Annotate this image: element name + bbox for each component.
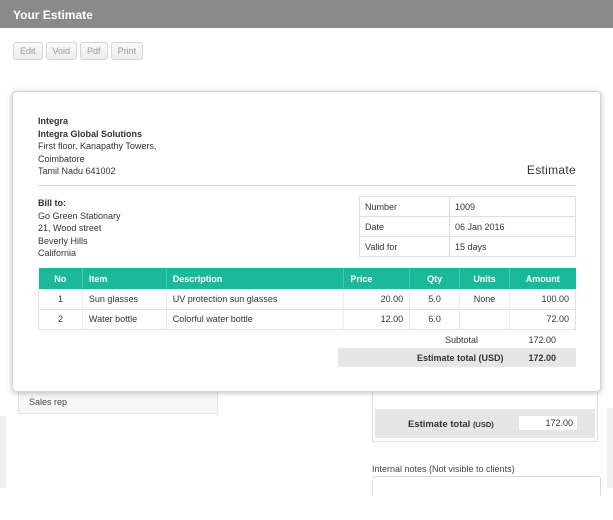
company-legal-name: Integra Global Solutions — [38, 128, 143, 139]
divider — [38, 185, 576, 186]
print-button[interactable]: Print — [110, 42, 144, 60]
background-shade-left — [0, 416, 6, 488]
meta-valid-value: 15 days — [449, 236, 576, 257]
table-row: 2 Water bottle Colorful water bottle 12.… — [38, 309, 576, 330]
grand-total-label: Estimate total (USD) — [417, 353, 504, 363]
company-name: Integra — [38, 116, 69, 126]
toolbar: Edit Void Pdf Print — [13, 42, 144, 60]
company-block: Integra Integra Global Solutions First f… — [38, 115, 156, 178]
meta-number-label: Number — [359, 196, 450, 217]
company-address-line2: Coimbatore — [38, 153, 85, 164]
background-shade-right — [607, 408, 613, 488]
window-title: Your Estimate — [13, 8, 93, 22]
estimate-total-currency: (USD) — [472, 420, 494, 429]
table-row: 1 Sun glasses UV protection sun glasses … — [38, 289, 576, 310]
estimate-total-field[interactable]: 172.00 — [518, 415, 578, 431]
cell-qty: 6.0 — [409, 309, 461, 330]
cell-item: Sun glasses — [82, 289, 167, 310]
meta-row-valid: Valid for 15 days — [359, 236, 576, 257]
cell-item: Water bottle — [82, 309, 167, 330]
cell-amount: 72.00 — [509, 309, 576, 330]
bill-to-line2: Beverly Hills — [38, 235, 88, 246]
estimate-total-row: Estimate total (USD) 172.00 — [375, 409, 595, 438]
grand-total-row: Estimate total (USD) 172.00 — [338, 348, 576, 367]
meta-valid-label: Valid for — [359, 236, 450, 257]
table-header-row: No Item Description Price Qty Units Amou… — [38, 268, 576, 289]
subtotal-label: Subtotal — [445, 335, 479, 345]
cell-no: 1 — [38, 289, 83, 310]
document-title: Estimate — [526, 163, 576, 177]
void-button[interactable]: Void — [45, 42, 78, 60]
estimate-meta-table: Number 1009 Date 06 Jan 2016 Valid for 1… — [359, 196, 576, 257]
bill-to-line1: 21, Wood street — [38, 223, 102, 233]
subtotal-row: Subtotal 172.00 — [338, 330, 576, 348]
meta-date-value: 06 Jan 2016 — [449, 216, 576, 237]
cell-price: 12.00 — [343, 309, 411, 330]
col-price: Price — [343, 268, 411, 289]
col-qty: Qty — [409, 268, 461, 289]
col-amount: Amount — [509, 268, 576, 289]
cell-description: Colorful water bottle — [166, 309, 345, 330]
bill-to-block: Bill to: Go Green Stationary 21, Wood st… — [38, 197, 121, 260]
cell-description: UV protection sun glasses — [166, 289, 345, 310]
meta-date-label: Date — [359, 216, 450, 237]
pdf-button[interactable]: Pdf — [80, 42, 108, 60]
col-description: Description — [166, 268, 345, 289]
edit-button[interactable]: Edit — [13, 42, 43, 60]
grand-total-value: 172.00 — [528, 353, 556, 363]
cell-units — [459, 309, 511, 330]
meta-row-number: Number 1009 — [359, 196, 576, 217]
internal-notes-label: Internal notes (Not visible to clients) — [372, 464, 515, 474]
bill-to-line3: California — [38, 248, 77, 258]
window-titlebar: Your Estimate — [0, 0, 613, 28]
company-address-line1: First floor, Kanapathy Towers, — [38, 141, 157, 151]
line-items-table: No Item Description Price Qty Units Amou… — [38, 268, 576, 330]
meta-row-date: Date 06 Jan 2016 — [359, 216, 576, 237]
estimate-total-label: Estimate total (USD) — [408, 419, 494, 430]
cell-qty: 5.0 — [409, 289, 461, 310]
col-no: No — [38, 268, 83, 289]
cell-units: None — [459, 289, 511, 310]
estimate-total-label-text: Estimate total — [408, 419, 471, 430]
sales-rep-field[interactable]: Sales rep — [18, 390, 218, 414]
subtotal-value: 172.00 — [528, 335, 556, 345]
company-address-line3: Tamil Nadu 641002 — [38, 166, 116, 176]
bill-to-heading: Bill to: — [38, 198, 66, 208]
sales-rep-label: Sales rep — [29, 397, 68, 407]
meta-number-value: 1009 — [449, 196, 576, 217]
internal-notes-input[interactable] — [372, 476, 601, 496]
col-units: Units — [459, 268, 511, 289]
cell-no: 2 — [38, 309, 83, 330]
col-item: Item — [82, 268, 167, 289]
estimate-preview: Integra Integra Global Solutions First f… — [12, 91, 601, 392]
cell-amount: 100.00 — [509, 289, 576, 310]
cell-price: 20.00 — [343, 289, 411, 310]
bill-to-name: Go Green Stationary — [38, 210, 121, 221]
